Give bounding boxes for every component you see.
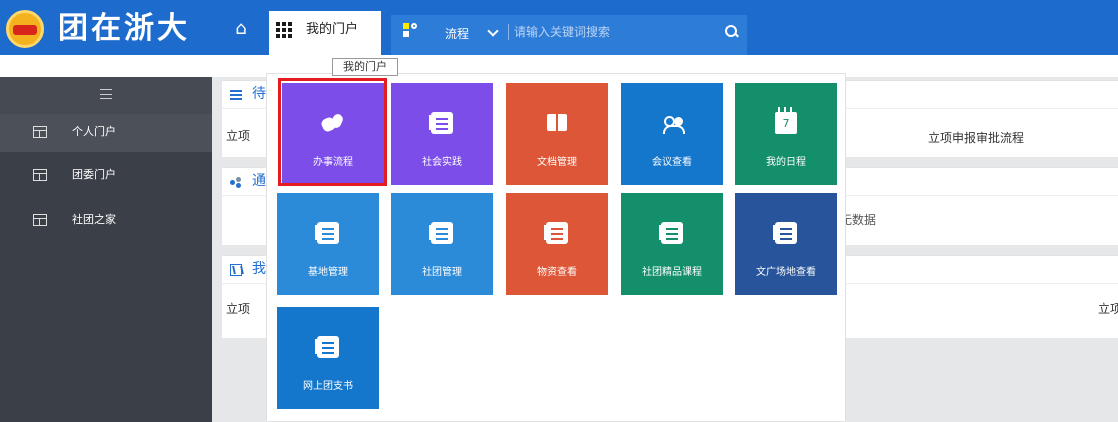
document-icon (544, 222, 568, 244)
selected-tile-highlight (278, 78, 387, 186)
tile-label: 我的日程 (766, 157, 806, 168)
menu-icon (100, 89, 112, 99)
tile-label: 文档管理 (537, 157, 577, 168)
sidebar-item-personal-portal[interactable]: 个人门户 (0, 114, 212, 152)
chevron-down-icon[interactable] (487, 25, 499, 37)
document-icon (429, 112, 453, 134)
table-icon (33, 169, 47, 181)
panel-heading: 通 (252, 173, 266, 189)
portal-tooltip: 我的门户 (332, 58, 398, 76)
document-icon (659, 222, 683, 244)
search-input[interactable] (514, 22, 702, 42)
table-icon (33, 214, 47, 226)
tile-label: 社会实践 (422, 157, 462, 168)
flow-icon (403, 23, 419, 39)
panel-heading: 我 (252, 261, 266, 277)
search-icon[interactable] (724, 24, 738, 38)
share-icon (230, 176, 242, 188)
approval-process-link[interactable]: 立项申报审批流程 (928, 129, 1024, 147)
tile-base-management[interactable]: 基地管理 (277, 193, 379, 295)
sidebar-item-label: 个人门户 (72, 125, 116, 138)
document-icon (429, 222, 453, 244)
youth-league-badge-icon (6, 10, 44, 48)
tile-my-schedule[interactable]: 7 我的日程 (735, 83, 837, 185)
tile-meeting-view[interactable]: 会议查看 (621, 83, 723, 185)
logo[interactable]: 团在浙大 (6, 10, 187, 48)
row-value[interactable]: 立项 (1098, 300, 1118, 318)
list-icon (230, 89, 242, 101)
grid-icon (276, 22, 292, 38)
calendar-icon: 7 (775, 107, 797, 134)
hourglass-icon (230, 264, 242, 276)
tile-document-management[interactable]: 文档管理 (506, 83, 608, 185)
panel-heading: 待 (252, 86, 266, 102)
calendar-day: 7 (782, 117, 790, 130)
table-icon (33, 126, 47, 138)
tile-online-branch-secretary[interactable]: 网上团支书 (277, 307, 379, 409)
tile-club-quality-course[interactable]: 社团精品课程 (621, 193, 723, 295)
book-icon (546, 112, 568, 134)
tile-club-management[interactable]: 社团管理 (391, 193, 493, 295)
people-icon (661, 112, 685, 134)
page: 团在浙大 ⌂ 我的门户 流程 个人门户 团委门户 社团之家 (0, 0, 1118, 422)
sidebar: 个人门户 团委门户 社团之家 (0, 77, 212, 422)
sidebar-toggle[interactable] (0, 77, 212, 114)
document-icon (773, 222, 797, 244)
tile-material-view[interactable]: 物资查看 (506, 193, 608, 295)
tile-label: 文广场地查看 (756, 267, 816, 278)
document-icon (315, 222, 339, 244)
flow-dropdown-label[interactable]: 流程 (445, 25, 469, 43)
search-divider (508, 24, 509, 40)
tile-label: 物资查看 (537, 267, 577, 278)
sidebar-item-label: 社团之家 (72, 213, 116, 226)
tile-venue-view[interactable]: 文广场地查看 (735, 193, 837, 295)
sidebar-item-club-home[interactable]: 社团之家 (0, 202, 212, 240)
tile-label: 社团管理 (422, 267, 462, 278)
flow-search-bar: 流程 (391, 15, 747, 55)
tile-label: 会议查看 (652, 157, 692, 168)
row-label: 立项 (226, 302, 251, 316)
sidebar-item-league-portal[interactable]: 团委门户 (0, 157, 212, 195)
document-icon (315, 336, 339, 358)
home-icon[interactable]: ⌂ (231, 19, 251, 39)
portal-tab[interactable]: 我的门户 (269, 11, 381, 55)
tile-label: 社团精品课程 (642, 267, 702, 278)
tile-label: 基地管理 (308, 267, 348, 278)
app-title: 团在浙大 (58, 11, 190, 46)
tile-social-practice[interactable]: 社会实践 (391, 83, 493, 185)
portal-tab-label: 我的门户 (306, 22, 359, 37)
tile-label: 网上团支书 (303, 381, 353, 392)
sidebar-item-label: 团委门户 (72, 168, 116, 181)
top-bar: 团在浙大 ⌂ 我的门户 流程 (0, 0, 1118, 55)
row-label: 立项 (226, 129, 251, 143)
